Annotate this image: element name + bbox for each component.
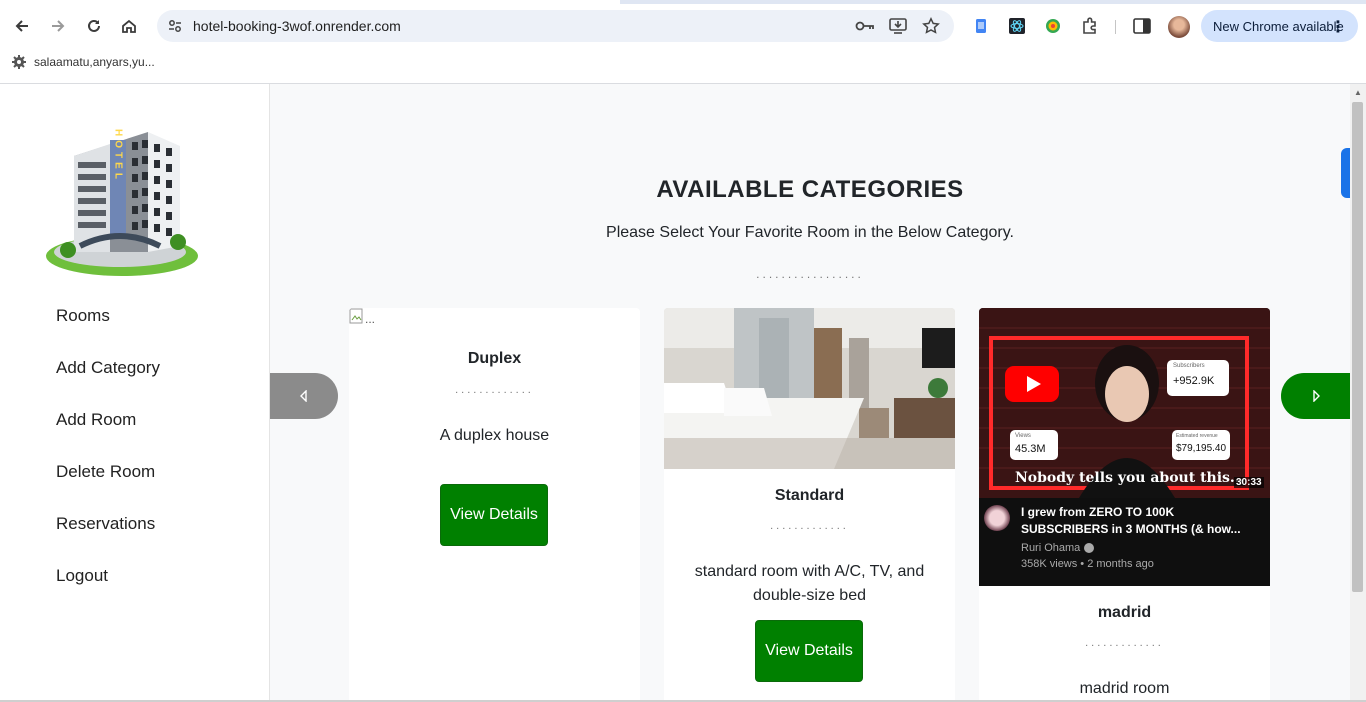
thumbnail-caption: Nobody tells you about this... [1015,470,1245,486]
channel-name-row: Ruri Ohama [1021,542,1095,554]
reload-icon[interactable] [80,12,108,40]
page-subtitle: Please Select Your Favorite Room in the … [606,224,1014,241]
broken-image-icon: ... [349,308,377,330]
hotel-sign-text: HOTEL [113,129,124,183]
carousel-next-button[interactable] [1281,373,1350,419]
video-meta: 358K views • 2 months ago [1021,558,1154,570]
extension-colorful-icon[interactable] [1044,17,1062,35]
card-description: madrid room [1079,680,1170,697]
home-icon[interactable] [115,12,143,40]
chrome-update-label: New Chrome available [1213,18,1344,34]
bookmarks-bar: salaamatu,anyars,yu... [0,48,1366,84]
scroll-up-icon[interactable]: ▲ [1354,88,1362,97]
forward-icon[interactable] [44,12,72,40]
password-key-icon[interactable] [855,16,875,36]
sidebar: HOTEL Rooms Add Category Add Room Delete… [0,84,270,702]
card-description: standard room with A/C, TV, and double-s… [694,563,925,604]
card-description: A duplex house [439,427,550,444]
views-value: 45.3M [1015,443,1046,455]
views-label: Views [1015,433,1031,439]
revenue-card: Estimated revenue $79,195.40 [1172,430,1230,460]
card-divider: ............. [1085,637,1164,649]
address-bar[interactable]: hotel-booking-3wof.onrender.com [157,10,954,42]
sidebar-item-reservations[interactable]: Reservations [56,512,160,564]
main-content: AVAILABLE CATEGORIES Please Select Your … [270,84,1350,702]
title-divider: ................. [756,267,864,281]
page-title: AVAILABLE CATEGORIES [656,176,964,203]
url-text[interactable]: hotel-booking-3wof.onrender.com [193,18,401,34]
page-scrollbar[interactable]: ▲ [1350,84,1366,702]
card-divider: ............. [455,384,534,396]
scrollbar-thumb[interactable] [1352,102,1363,592]
channel-avatar [984,505,1010,531]
channel-name: Ruri Ohama [1021,542,1081,554]
extensions-puzzle-icon[interactable] [1081,17,1099,35]
bookmark-label: salaamatu,anyars,yu... [34,55,155,69]
sidebar-item-rooms[interactable]: Rooms [56,304,160,356]
room-photo [664,308,955,469]
category-card-standard: Standard ............. standard room wit… [664,308,955,702]
sidebar-item-add-room[interactable]: Add Room [56,408,160,460]
extension-react-devtools-icon[interactable] [1008,17,1026,35]
subscribers-label: Subscribers [1173,363,1205,369]
toolbar-separator [1115,20,1116,34]
card-title: Standard [774,487,845,504]
sidebar-nav: Rooms Add Category Add Room Delete Room … [56,304,160,616]
category-card-madrid: Subscribers +952.9K Views 45.3M Estimate… [979,308,1270,702]
youtube-thumbnail-image: Subscribers +952.9K Views 45.3M Estimate… [979,308,1270,586]
subscribers-card: Subscribers +952.9K [1167,360,1229,396]
sidebar-item-delete-room[interactable]: Delete Room [56,460,160,512]
video-duration: 30:33 [1234,477,1264,488]
caret-left-icon [300,390,307,402]
chrome-update-button[interactable]: New Chrome available ⋮ [1201,10,1358,42]
install-app-icon[interactable] [888,16,908,36]
broken-image-alt: ... [365,312,376,326]
revenue-label: Estimated revenue [1176,433,1218,439]
kebab-menu-icon[interactable]: ⋮ [1330,17,1346,37]
site-info-icon[interactable] [167,18,183,34]
view-details-button[interactable]: View Details [440,484,548,546]
revenue-value: $79,195.40 [1176,443,1227,454]
hotel-logo: HOTEL [40,128,200,284]
views-card: Views 45.3M [1010,430,1058,460]
back-icon[interactable] [8,12,36,40]
carousel-prev-button[interactable] [270,373,338,419]
video-title: I grew from ZERO TO 100K SUBSCRIBERS in … [1021,505,1241,536]
side-panel-icon[interactable] [1133,17,1151,35]
bookmark-item[interactable]: salaamatu,anyars,yu... [12,55,155,69]
profile-avatar[interactable] [1168,16,1190,38]
view-details-button[interactable]: View Details [755,620,863,682]
subscribers-value: +952.9K [1173,375,1215,387]
youtube-logo-icon [1005,366,1059,402]
side-widget-tab[interactable] [1341,148,1350,198]
card-title: Duplex [467,350,522,367]
verified-icon [1084,543,1095,553]
category-card-duplex: ... Duplex ............. A duplex house … [349,308,640,702]
extension-sheets-icon[interactable] [972,17,990,35]
page-viewport: HOTEL Rooms Add Category Add Room Delete… [0,84,1366,702]
gear-icon [12,55,26,69]
card-title: madrid [1097,604,1152,621]
sidebar-item-add-category[interactable]: Add Category [56,356,160,408]
sidebar-item-logout[interactable]: Logout [56,564,160,616]
bookmark-star-icon[interactable] [921,16,941,36]
caret-right-icon [1312,390,1320,402]
card-divider: ............. [770,520,849,532]
browser-toolbar: hotel-booking-3wof.onrender.com New Chro… [0,4,1366,48]
